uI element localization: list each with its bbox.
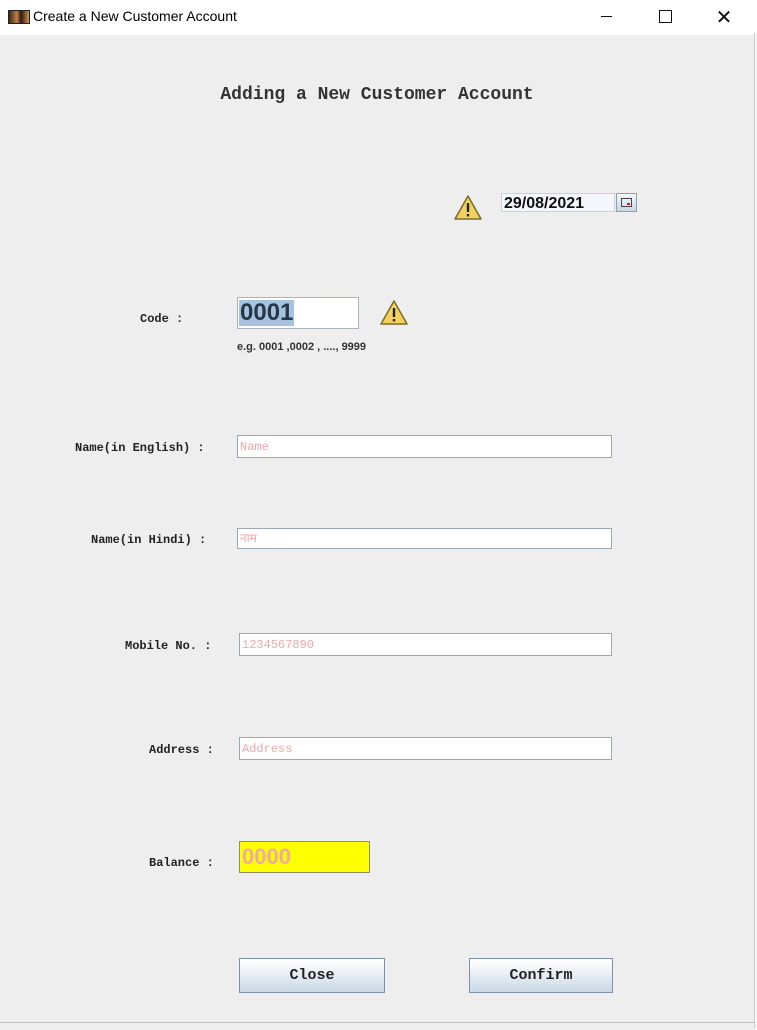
calendar-button[interactable] <box>616 193 637 212</box>
code-warning-icon <box>379 299 409 327</box>
form-heading: Adding a New Customer Account <box>220 85 534 105</box>
name-english-input[interactable] <box>237 435 612 458</box>
code-value: 0001 <box>239 299 295 326</box>
code-input[interactable]: 0001 <box>237 297 359 329</box>
name-english-label: Name(in English) : <box>75 441 205 455</box>
minimize-button[interactable] <box>577 0 635 33</box>
name-hindi-input[interactable] <box>237 528 612 549</box>
balance-input[interactable] <box>239 841 370 873</box>
title-bar: Create a New Customer Account ✕ <box>0 0 757 33</box>
name-hindi-label: Name(in Hindi) : <box>91 533 207 547</box>
warning-icon <box>453 194 483 222</box>
window-title: Create a New Customer Account <box>33 8 237 24</box>
close-button[interactable]: Close <box>239 958 385 993</box>
date-field[interactable]: 29/08/2021 <box>501 193 615 212</box>
calendar-icon <box>621 198 632 207</box>
minimize-icon <box>600 16 612 17</box>
app-icon <box>8 10 30 24</box>
confirm-button[interactable]: Confirm <box>469 958 613 993</box>
address-label: Address : <box>149 743 214 757</box>
mobile-input[interactable] <box>239 633 612 656</box>
close-window-button[interactable]: ✕ <box>695 0 753 33</box>
code-label: Code : <box>140 312 184 326</box>
balance-label: Balance : <box>149 856 214 870</box>
maximize-button[interactable] <box>636 0 694 33</box>
mobile-label: Mobile No. : <box>125 639 212 653</box>
maximize-icon <box>658 10 672 23</box>
close-icon: ✕ <box>715 4 733 29</box>
address-input[interactable] <box>239 737 612 760</box>
code-hint: e.g. 0001 ,0002 , ...., 9999 <box>237 341 367 353</box>
